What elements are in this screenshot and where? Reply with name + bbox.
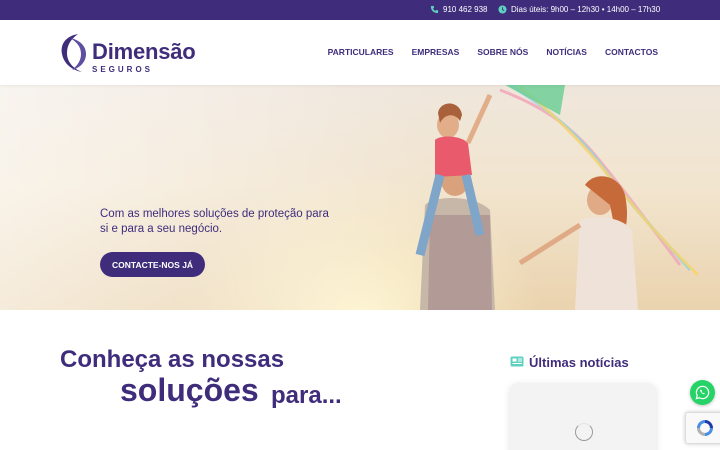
hero-banner: Com as melhores soluções de proteção par… <box>0 85 720 310</box>
phone-contact[interactable]: 910 462 938 <box>430 5 488 14</box>
brand-name: Dimensão <box>92 39 196 64</box>
solutions-highlight: soluções <box>118 372 261 408</box>
recaptcha-badge[interactable] <box>685 412 720 444</box>
main-nav: PARTICULARES EMPRESAS SOBRE NÓS NOTÍCIAS… <box>328 47 658 57</box>
contact-now-button[interactable]: CONTACTE-NOS JÁ <box>100 252 206 277</box>
recaptcha-icon <box>697 420 713 436</box>
nav-noticias[interactable]: NOTÍCIAS <box>546 47 587 57</box>
news-card[interactable] <box>510 383 656 450</box>
phone-number[interactable]: 910 462 938 <box>443 5 488 14</box>
nav-particulares[interactable]: PARTICULARES <box>328 47 394 57</box>
family-kite-illustration <box>415 85 700 310</box>
latest-news-title: Últimas notícias <box>529 355 629 370</box>
whatsapp-button[interactable] <box>690 380 715 405</box>
loading-spinner-icon <box>575 423 593 441</box>
hero-tagline: Com as melhores soluções de proteção par… <box>100 208 329 235</box>
news-icon <box>510 355 524 370</box>
nav-contactos[interactable]: CONTACTOS <box>605 47 658 57</box>
solutions-heading-line2: soluções <box>118 372 261 409</box>
latest-news-heading: Últimas notícias <box>510 355 629 370</box>
whatsapp-icon <box>695 385 710 400</box>
opening-hours: Dias úteis: 9h00 – 12h30 • 14h00 – 17h30 <box>498 5 660 14</box>
solutions-heading-suffix: para... <box>271 382 342 409</box>
hours-text: Dias úteis: 9h00 – 12h30 • 14h00 – 17h30 <box>511 5 661 14</box>
solutions-heading-line1: Conheça as nossas <box>60 346 285 373</box>
brand-sub: SEGUROS <box>92 65 154 74</box>
clock-icon <box>498 5 507 14</box>
nav-sobre-nos[interactable]: SOBRE NÓS <box>477 47 528 57</box>
phone-icon <box>430 5 439 14</box>
brand-logo[interactable]: Dimensão SEGUROS <box>58 32 198 76</box>
top-info-bar: 910 462 938 Dias úteis: 9h00 – 12h30 • 1… <box>0 0 720 20</box>
site-header: Dimensão SEGUROS PARTICULARES EMPRESAS S… <box>0 20 720 85</box>
logo-mark-icon <box>61 34 86 72</box>
nav-empresas[interactable]: EMPRESAS <box>412 47 460 57</box>
